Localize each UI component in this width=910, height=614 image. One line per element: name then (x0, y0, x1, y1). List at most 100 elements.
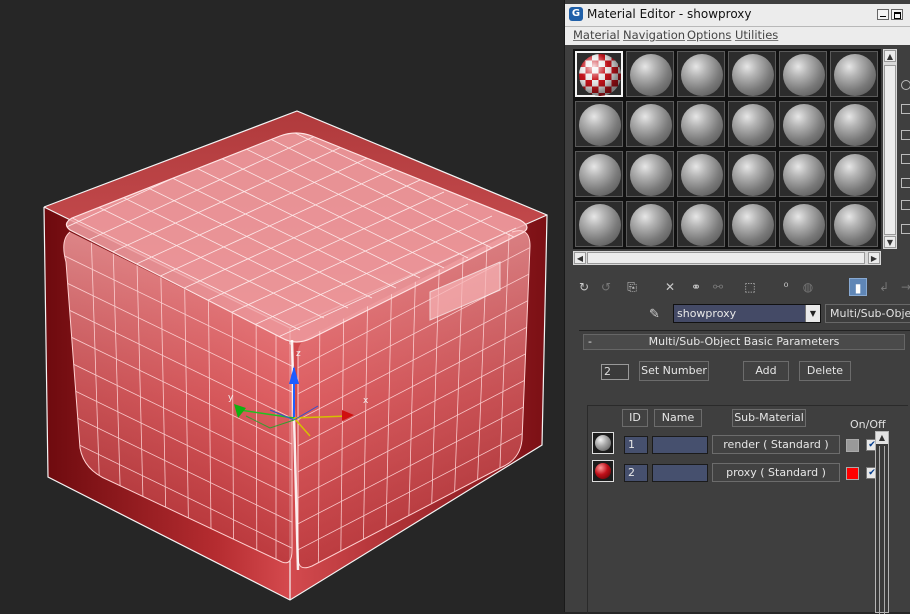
window-title: Material Editor - showproxy (587, 7, 752, 21)
slots-horizontal-scrollbar[interactable]: ◀ ▶ (573, 251, 881, 265)
set-number-button[interactable]: Set Number (639, 361, 709, 381)
onoff-header: On/Off (850, 418, 886, 431)
material-slot-13[interactable] (575, 151, 623, 197)
make-unique-icon[interactable]: ⚭ (687, 278, 705, 296)
menu-material[interactable]: Material (573, 28, 620, 42)
scroll-up-arrow-icon[interactable]: ▲ (884, 50, 896, 62)
material-slot-23[interactable] (779, 201, 827, 247)
put-to-scene-icon[interactable]: ↺ (597, 278, 615, 296)
material-slot-10[interactable] (728, 101, 776, 147)
material-sphere-preview (579, 204, 621, 246)
viewport-perspective[interactable]: z x y (0, 0, 562, 612)
material-slot-17[interactable] (779, 151, 827, 197)
material-slot-9[interactable] (677, 101, 725, 147)
material-slot-14[interactable] (626, 151, 674, 197)
video-color-check-icon[interactable] (901, 178, 910, 188)
scroll-down-arrow-icon[interactable]: ▼ (884, 236, 896, 248)
put-to-library-icon[interactable]: ⚯ (709, 278, 727, 296)
show-shaded-icon[interactable]: ▮ (849, 278, 867, 296)
sample-slots-grid (573, 49, 881, 249)
material-name-value: showproxy (677, 307, 737, 320)
submaterial-1-preview[interactable] (592, 432, 614, 454)
get-material-icon[interactable]: ↻ (575, 278, 593, 296)
backlight-icon[interactable] (901, 104, 910, 114)
material-slot-8[interactable] (626, 101, 674, 147)
material-slot-21[interactable] (677, 201, 725, 247)
show-map-icon[interactable]: ⁰ (777, 278, 795, 296)
menu-bar: Material Navigation Options Utilities (565, 27, 910, 45)
sort-by-name-button[interactable]: Name (654, 409, 702, 427)
material-slot-15[interactable] (677, 151, 725, 197)
maximize-button[interactable] (891, 9, 903, 20)
material-sphere-preview (783, 54, 825, 96)
rollout-header[interactable]: - Multi/Sub-Object Basic Parameters (583, 334, 905, 350)
scroll-right-arrow-icon[interactable]: ▶ (868, 252, 880, 264)
count-field[interactable]: 2 (601, 364, 629, 380)
material-slot-1[interactable] (575, 51, 623, 97)
menu-navigation[interactable]: Navigation (623, 28, 685, 42)
material-type-button[interactable]: Multi/Sub-Object (825, 304, 910, 323)
dropdown-arrow-icon[interactable]: ▼ (805, 305, 820, 322)
sample-type-icon[interactable] (901, 80, 910, 90)
options-icon[interactable] (901, 224, 910, 234)
submaterial-1-button[interactable]: render ( Standard ) (712, 435, 840, 454)
background-icon[interactable] (901, 130, 910, 140)
material-sphere-preview (681, 154, 723, 196)
submaterial-1-color-swatch[interactable] (846, 439, 859, 452)
scroll-thumb[interactable] (884, 65, 896, 235)
scroll-left-arrow-icon[interactable]: ◀ (574, 252, 586, 264)
material-id-channel-icon[interactable]: ⬚ (741, 278, 759, 296)
submaterial-2-button[interactable]: proxy ( Standard ) (712, 463, 840, 482)
material-slot-3[interactable] (677, 51, 725, 97)
material-sphere-preview (834, 104, 876, 146)
material-slot-2[interactable] (626, 51, 674, 97)
material-slot-22[interactable] (728, 201, 776, 247)
material-slot-12[interactable] (830, 101, 878, 147)
material-slot-11[interactable] (779, 101, 827, 147)
viewport-scene[interactable]: z x y (0, 0, 562, 612)
material-slot-24[interactable] (830, 201, 878, 247)
material-slot-5[interactable] (779, 51, 827, 97)
submaterial-table: ID Name Sub-Material On/Off 1 render ( S… (587, 405, 908, 614)
minimize-button[interactable] (877, 9, 889, 20)
pick-material-eyedropper-icon[interactable]: ✎ (649, 307, 660, 322)
material-slot-19[interactable] (575, 201, 623, 247)
title-bar[interactable]: G Material Editor - showproxy (565, 4, 910, 27)
assign-to-selection-icon[interactable]: ⎘ (623, 278, 641, 296)
material-slot-4[interactable] (728, 51, 776, 97)
material-slot-16[interactable] (728, 151, 776, 197)
material-sphere-preview (630, 104, 672, 146)
list-scroll-up-arrow-icon[interactable]: ▲ (876, 432, 888, 444)
slots-vertical-scrollbar[interactable]: ▲ ▼ (883, 49, 897, 249)
submaterial-2-color-swatch[interactable] (846, 467, 859, 480)
add-button[interactable]: Add (743, 361, 789, 381)
material-name-row: ✎ showproxy ▼ Multi/Sub-Object (565, 304, 910, 324)
reset-map-icon[interactable]: ✕ (661, 278, 679, 296)
material-slot-6[interactable] (830, 51, 878, 97)
menu-options[interactable]: Options (687, 28, 731, 42)
submaterial-2-name[interactable] (652, 464, 708, 482)
submaterial-2-preview[interactable] (592, 460, 614, 482)
go-forward-icon[interactable]: → (897, 278, 910, 296)
submaterial-2-id[interactable]: 2 (624, 464, 648, 482)
axis-label-y: y (228, 393, 234, 403)
go-to-parent-icon[interactable]: ↲ (875, 278, 893, 296)
list-scroll-track[interactable] (879, 446, 885, 614)
submaterial-list-scrollbar[interactable]: ▲ (875, 431, 889, 614)
delete-button[interactable]: Delete (799, 361, 851, 381)
material-slot-18[interactable] (830, 151, 878, 197)
material-sphere-preview (834, 204, 876, 246)
scroll-thumb-h[interactable] (587, 252, 865, 264)
menu-utilities[interactable]: Utilities (735, 28, 778, 42)
material-slot-20[interactable] (626, 201, 674, 247)
show-end-result-icon[interactable]: ◍ (799, 278, 817, 296)
material-slot-7[interactable] (575, 101, 623, 147)
sort-by-id-button[interactable]: ID (622, 409, 648, 427)
sort-by-submaterial-button[interactable]: Sub-Material (732, 409, 806, 427)
sample-uv-tiling-icon[interactable] (901, 154, 910, 164)
submaterial-1-id[interactable]: 1 (624, 436, 648, 454)
rollout-title: Multi/Sub-Object Basic Parameters (648, 335, 840, 348)
make-preview-icon[interactable] (901, 200, 910, 210)
material-name-field[interactable]: showproxy ▼ (673, 304, 821, 323)
submaterial-1-name[interactable] (652, 436, 708, 454)
